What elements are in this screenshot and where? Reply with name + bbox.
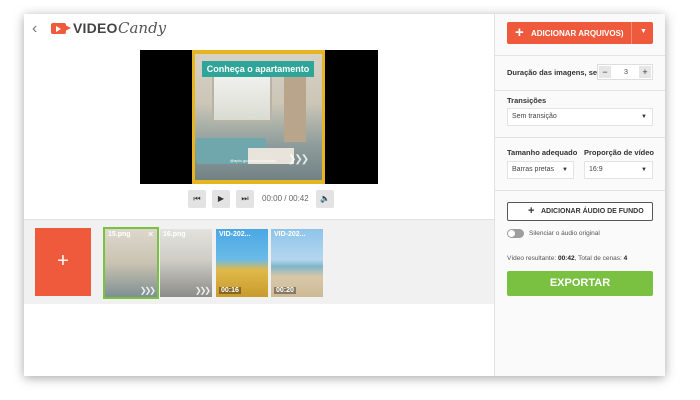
logo-text-script: Candy <box>118 19 167 37</box>
image-duration-label: Duração das imagens, seg <box>507 68 602 77</box>
divider <box>495 137 665 138</box>
plus-icon: + <box>528 205 535 217</box>
chevron-arrows-icon: ❯❯❯ <box>288 154 309 165</box>
fit-label: Tamanho adequado <box>507 148 578 157</box>
back-icon[interactable]: ‹ <box>32 21 37 37</box>
divider <box>495 90 665 91</box>
mute-original-audio-label: Silenciar o áudio original <box>529 230 600 237</box>
result-summary: Vídeo resultante: 00:42, Total de cenas:… <box>507 255 627 262</box>
play-icon[interactable]: ▶ <box>212 190 230 208</box>
close-icon[interactable]: ✕ <box>147 230 154 239</box>
clip-label: 15.png <box>108 231 131 238</box>
clip-label: VID-202... <box>219 231 251 238</box>
fit-value: Barras pretas <box>512 166 555 173</box>
plus-icon: + <box>515 24 524 41</box>
video-camera-icon <box>51 23 71 34</box>
chevron-arrows-icon: ❯❯❯ <box>194 286 211 295</box>
result-duration: 00:42 <box>557 255 575 262</box>
chevron-down-icon: ▼ <box>641 114 647 120</box>
result-scenes-prefix: , Total de cenas: <box>574 255 624 262</box>
clip-thumbnail[interactable]: VID-202... 00:16 <box>216 229 268 297</box>
decrement-button[interactable]: − <box>599 66 611 78</box>
ratio-value: 16:9 <box>589 166 603 173</box>
app-window: ‹ VIDEO Candy Conheça o apartamento @apt… <box>24 14 665 376</box>
playback-time: 00:00 / 00:42 <box>262 194 309 203</box>
clip-duration: 00:16 <box>219 287 241 294</box>
settings-panel: + ADICIONAR ARQUIVOS) ▼ Duração das imag… <box>494 14 665 376</box>
result-scenes: 4 <box>623 255 628 262</box>
increment-button[interactable]: + <box>639 66 651 78</box>
divider <box>495 190 665 191</box>
image-duration-stepper: − 3 + <box>597 64 653 80</box>
add-media-button[interactable]: + <box>35 228 91 296</box>
result-prefix: Vídeo resultante: <box>507 255 558 262</box>
chevron-down-icon[interactable]: ▼ <box>640 28 647 35</box>
clip-thumbnail[interactable]: 16.png ❯❯❯ <box>160 229 212 297</box>
clip-thumbnail[interactable]: VID-202... 00:20 <box>271 229 323 297</box>
chevron-down-icon: ▼ <box>641 167 647 173</box>
divider <box>495 55 665 56</box>
app-header: ‹ VIDEO Candy <box>24 14 494 46</box>
chevron-down-icon: ▼ <box>562 167 568 173</box>
image-duration-value[interactable]: 3 <box>618 67 634 76</box>
add-background-audio-button[interactable]: + ADICIONAR ÁUDIO DE FUNDO <box>507 202 653 221</box>
transitions-select[interactable]: Sem transição ▼ <box>507 108 653 126</box>
clip-label: 16.png <box>163 231 186 238</box>
video-preview: Conheça o apartamento @apto.guarujadosad… <box>140 50 378 184</box>
transitions-value: Sem transição <box>512 113 557 120</box>
mute-original-audio-toggle[interactable] <box>507 229 524 238</box>
fit-select[interactable]: Barras pretas ▼ <box>507 161 574 179</box>
add-audio-label: ADICIONAR ÁUDIO DE FUNDO <box>541 208 644 215</box>
ratio-select[interactable]: 16:9 ▼ <box>584 161 653 179</box>
export-button[interactable]: EXPORTAR <box>507 271 653 296</box>
volume-icon[interactable]: 🔈 <box>316 190 334 208</box>
skip-next-icon[interactable]: ⏭ <box>236 190 254 208</box>
add-files-button[interactable]: + ADICIONAR ARQUIVOS) ▼ <box>507 22 653 44</box>
timeline: + 15.png ✕ ❯❯❯ 16.png ❯❯❯ VID-202... 00:… <box>24 219 494 304</box>
clip-thumbnail[interactable]: 15.png ✕ ❯❯❯ <box>103 227 159 299</box>
chevron-arrows-icon: ❯❯❯ <box>139 286 156 295</box>
skip-previous-icon[interactable]: ⏮ <box>188 190 206 208</box>
add-files-label: ADICIONAR ARQUIVOS) <box>531 29 624 38</box>
preview-banner-text: Conheça o apartamento <box>202 61 314 77</box>
clip-label: VID-202... <box>274 231 306 238</box>
logo-text: VIDEO <box>73 20 118 36</box>
ratio-label: Proporção de vídeo <box>584 148 655 157</box>
transitions-label: Transições <box>507 96 547 105</box>
clip-duration: 00:20 <box>274 287 296 294</box>
preview-watermark: @apto.guarujadosadassa <box>230 158 276 163</box>
